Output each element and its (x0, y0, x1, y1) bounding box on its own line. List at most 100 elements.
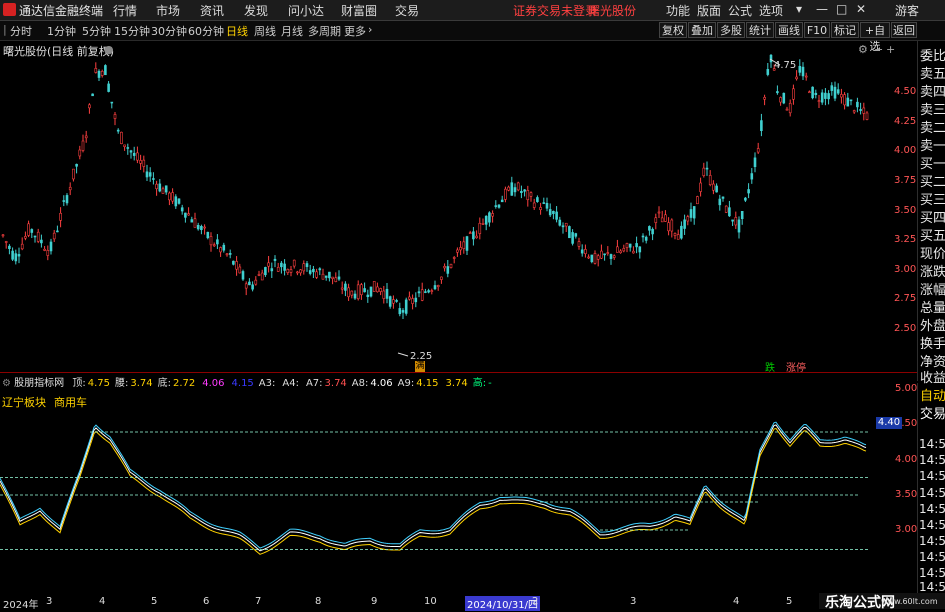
btn-stats[interactable]: 统计 (746, 22, 774, 38)
candle-body (30, 229, 34, 233)
tf-60min[interactable]: 60分钟 (188, 23, 224, 39)
candle-body (340, 287, 344, 290)
btn-multi-stock[interactable]: 多股 (717, 22, 745, 38)
sidebar-item[interactable]: 买五 (920, 225, 945, 244)
sidebar-item[interactable]: 卖二 (920, 117, 945, 136)
sidebar-item[interactable]: 买三 (920, 189, 945, 208)
sidebar-item[interactable]: 委比 (920, 45, 945, 64)
menu-trade[interactable]: 交易 (395, 2, 419, 19)
trade-status[interactable]: 证券交易未登录 (513, 2, 597, 19)
tf-15min[interactable]: 15分钟 (114, 23, 150, 39)
close-icon[interactable]: ✕ (856, 2, 866, 16)
candle-body (785, 108, 789, 111)
sidebar-item[interactable]: 卖五 (920, 63, 945, 82)
main-candlestick-chart[interactable]: 4.75 2.25 (0, 41, 917, 381)
btn-back[interactable]: 返回 (891, 22, 917, 38)
sidebar-item[interactable]: 买二 (920, 171, 945, 190)
main-ytick: 2.75 (894, 293, 917, 304)
btn-f10[interactable]: F10 (804, 22, 830, 38)
candle-body (504, 188, 507, 200)
candle-body (321, 273, 325, 280)
time-label: 14:56 (919, 437, 945, 451)
candle-body (289, 269, 293, 273)
maximize-icon[interactable]: □ (836, 2, 847, 16)
dropdown-icon[interactable]: ▾ (796, 2, 802, 16)
candle-body (190, 219, 194, 223)
candle-body (241, 271, 245, 280)
candle-body (532, 202, 536, 208)
candle-body (449, 263, 453, 268)
menu-wealth[interactable]: 财富圈 (341, 2, 377, 19)
candle-body (612, 255, 616, 258)
minimize-icon[interactable]: — (816, 2, 828, 16)
tf-30min[interactable]: 30分钟 (151, 23, 187, 39)
menu-function[interactable]: 功能 (666, 2, 690, 19)
candle-body (222, 244, 226, 251)
tf-weekly[interactable]: 周线 (254, 23, 276, 39)
candle-body (776, 91, 779, 94)
sidebar-item[interactable]: 买一 (920, 153, 945, 172)
candle-body (651, 228, 654, 235)
menu-layout[interactable]: 版面 (697, 2, 721, 19)
menu-options[interactable]: 选项 (759, 2, 783, 19)
candle-body (238, 266, 242, 274)
candle-body (344, 283, 347, 291)
main-ytick: 4.25 (894, 116, 917, 127)
sidebar-item[interactable]: 换手 (920, 333, 945, 352)
indicator-line-cyan (0, 421, 867, 549)
tf-intraday[interactable]: 分时 (10, 23, 32, 39)
menu-discover[interactable]: 发现 (244, 2, 268, 19)
candle-body (801, 66, 805, 77)
tf-daily[interactable]: 日线 (226, 23, 248, 39)
candle-body (59, 212, 62, 221)
sidebar-item[interactable]: 卖三 (920, 99, 945, 118)
menu-news[interactable]: 资讯 (200, 2, 224, 19)
x-tick: 9 (371, 596, 378, 607)
candle-body (526, 190, 530, 201)
tf-monthly[interactable]: 月线 (281, 23, 303, 39)
x-tick: 7 (255, 596, 262, 607)
candle-body (20, 243, 24, 250)
sidebar-item[interactable]: 卖一 (920, 135, 945, 154)
candle-body (584, 249, 587, 254)
candle-body (200, 226, 203, 231)
menu-ask[interactable]: 问小达 (288, 2, 324, 19)
candle-body (673, 233, 677, 236)
menu-market[interactable]: 行情 (113, 2, 137, 19)
btn-mark[interactable]: 标记 (831, 22, 859, 38)
sidebar-item[interactable]: 涨跌 (920, 261, 945, 280)
tf-more[interactable]: 更多 (344, 23, 366, 39)
tf-5min[interactable]: 5分钟 (82, 23, 111, 39)
candle-body (472, 231, 475, 240)
sidebar-item[interactable]: 外盘 (920, 315, 945, 334)
candle-body (232, 260, 235, 265)
tf-1min[interactable]: 1分钟 (47, 23, 76, 39)
btn-overlay[interactable]: 叠加 (688, 22, 716, 38)
sidebar-item[interactable]: 现价 (920, 243, 945, 262)
candle-body (273, 258, 277, 261)
tf-multi[interactable]: 多周期 (308, 23, 341, 39)
candle-body (392, 299, 395, 304)
menu-formula[interactable]: 公式 (728, 2, 752, 19)
sidebar-item[interactable]: 卖四 (920, 81, 945, 100)
indicator-chart[interactable] (0, 386, 917, 596)
sub-ytick: 3.00 (895, 524, 918, 535)
menu-market2[interactable]: 市场 (156, 2, 180, 19)
guest-label[interactable]: 游客 (895, 2, 919, 19)
event-marker[interactable]: 满 (415, 361, 425, 372)
trade-label[interactable]: 交易 (920, 403, 945, 422)
candle-body (750, 173, 754, 180)
auto-trade-toggle[interactable]: 自动 (920, 385, 945, 404)
candle-body (4, 241, 8, 243)
sidebar-item[interactable]: 涨幅 (920, 279, 945, 298)
btn-add-watch[interactable]: +自选 (860, 22, 890, 53)
btn-draw[interactable]: 画线 (775, 22, 803, 38)
btn-adjust[interactable]: 复权 (659, 22, 687, 38)
candle-body (350, 290, 354, 296)
chevron-right-icon[interactable]: › (368, 23, 372, 36)
sidebar-item[interactable]: 总量 (920, 297, 945, 316)
sidebar-item[interactable]: 买四 (920, 207, 945, 226)
panel-divider[interactable] (0, 372, 917, 373)
candle-body (641, 235, 645, 238)
candle-body (766, 69, 770, 75)
